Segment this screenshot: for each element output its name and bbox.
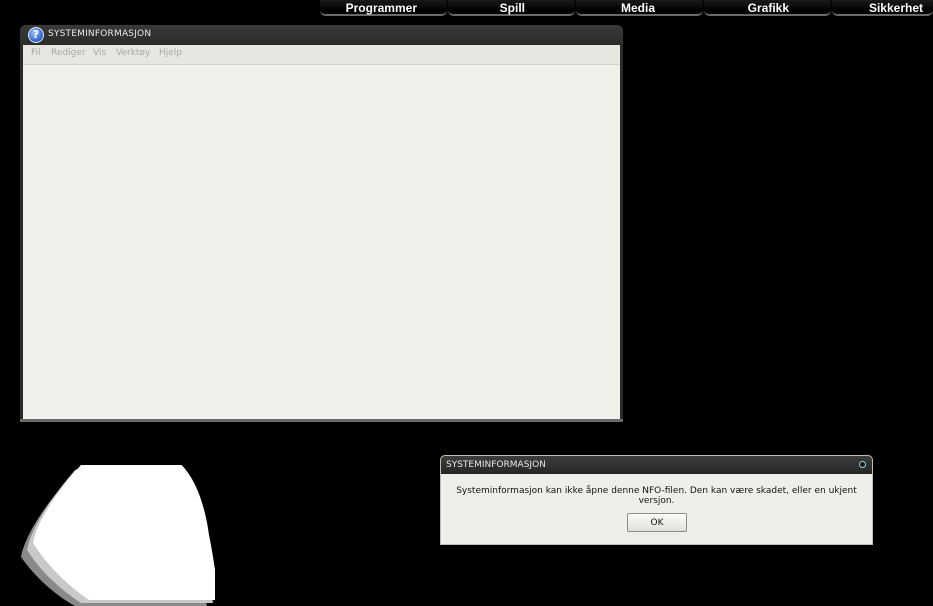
tab-label: Grafikk [747,1,789,15]
tab-label: Media [620,1,655,15]
category-tabs: Programmer Spill Media Grafikk Sikkerhet [320,0,933,18]
ok-button[interactable]: OK [627,513,687,532]
menu-vis[interactable]: Vis [93,48,106,58]
tab-label: Programmer [345,1,417,15]
dialog-title: SYSTEMINFORMASJON [446,460,546,470]
window-titlebar[interactable]: ? SYSTEMINFORMASJON [20,25,623,45]
tab-media[interactable]: Media [576,0,703,16]
dialog-titlebar[interactable]: SYSTEMINFORMASJON [441,456,872,474]
tab-sikkerhet[interactable]: Sikkerhet [832,0,933,16]
menu-rediger[interactable]: Rediger [51,48,86,58]
error-dialog: SYSTEMINFORMASJON Systeminformasjon kan … [440,455,873,545]
tab-label: Spill [499,1,525,15]
tab-programmer[interactable]: Programmer [320,0,447,16]
dialog-message: Systeminformasjon kan ikke åpne denne NF… [456,486,857,506]
window-bottom-border [20,419,623,422]
window-title: SYSTEMINFORMASJON [48,29,152,39]
close-icon[interactable] [859,461,866,468]
help-icon: ? [28,27,44,43]
window-content [23,64,620,419]
tab-grafikk[interactable]: Grafikk [704,0,831,16]
decorative-blob-graphic [21,465,215,606]
tab-label: Sikkerhet [868,1,923,15]
menu-hjelp[interactable]: Hjelp [159,48,182,58]
menu-bar: Fil Rediger Vis Verktøy Hjelp [23,45,620,64]
tab-spill[interactable]: Spill [448,0,575,16]
menu-fil[interactable]: Fil [31,48,41,58]
menu-verktoy[interactable]: Verktøy [116,48,150,58]
system-info-window: ? SYSTEMINFORMASJON Fil Rediger Vis Verk… [20,25,623,422]
